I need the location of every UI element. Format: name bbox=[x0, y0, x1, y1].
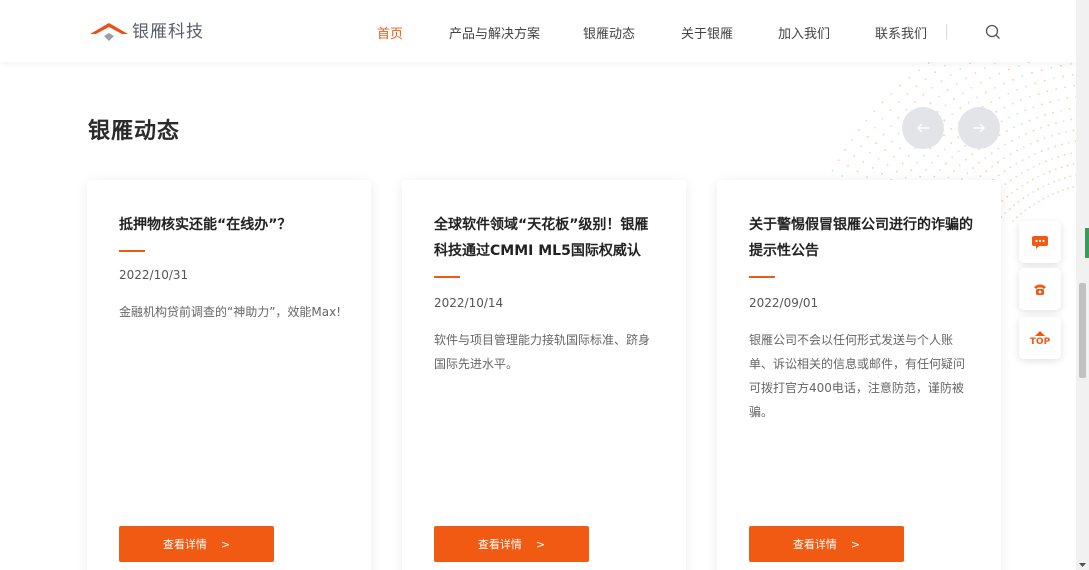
news-card[interactable]: 抵押物核实还能“在线办”？ 2022/10/31 金融机构贷前调查的“神助力”，… bbox=[87, 180, 371, 570]
phone-icon bbox=[1034, 284, 1046, 295]
phone-button[interactable] bbox=[1019, 268, 1061, 310]
news-card-title[interactable]: 关于警惕假冒银雁公司进行的诈骗的提示性公告 bbox=[749, 212, 975, 264]
search-icon[interactable] bbox=[985, 24, 1001, 44]
news-card-title[interactable]: 抵押物核实还能“在线办”？ bbox=[119, 212, 345, 238]
caret-up-icon bbox=[1035, 330, 1045, 336]
title-underline bbox=[749, 276, 775, 278]
view-details-button[interactable]: 查看详情 > bbox=[119, 526, 274, 562]
nav-home[interactable]: 首页 bbox=[377, 23, 403, 42]
news-card[interactable]: 全球软件领域“天花板”级别！银雁科技通过CMMI ML5国际权威认 2022/1… bbox=[402, 180, 686, 570]
nav-about[interactable]: 关于银雁 bbox=[681, 23, 733, 42]
nav-join[interactable]: 加入我们 bbox=[778, 23, 830, 42]
chevron-right-icon: > bbox=[850, 537, 861, 551]
site-header: 银雁科技 首页 产品与解决方案 银雁动态 关于银雁 加入我们 联系我们 bbox=[0, 0, 1076, 62]
view-details-label: 查看详情 bbox=[792, 538, 837, 551]
main-nav: 首页 产品与解决方案 银雁动态 关于银雁 加入我们 联系我们 bbox=[0, 0, 1076, 62]
back-to-top-button[interactable]: TOP bbox=[1019, 317, 1061, 359]
nav-contact[interactable]: 联系我们 bbox=[875, 23, 927, 42]
news-card-date: 2022/09/01 bbox=[749, 296, 819, 310]
arrow-right-icon bbox=[973, 123, 985, 133]
view-details-button[interactable]: 查看详情 > bbox=[749, 526, 904, 562]
section-title: 银雁动态 bbox=[88, 119, 181, 144]
next-arrow-button[interactable] bbox=[958, 107, 1000, 149]
news-card-desc: 银雁公司不会以任何形式发送与个人账单、诉讼相关的信息或邮件，有任何疑问可拨打官方… bbox=[749, 333, 966, 419]
news-card-date: 2022/10/14 bbox=[434, 296, 504, 310]
nav-products[interactable]: 产品与解决方案 bbox=[449, 23, 540, 42]
side-tab-edge[interactable] bbox=[1085, 228, 1089, 258]
title-underline bbox=[119, 250, 145, 252]
chat-icon bbox=[1032, 236, 1048, 249]
chevron-right-icon: > bbox=[220, 537, 231, 551]
news-card-title[interactable]: 全球软件领域“天花板”级别！银雁科技通过CMMI ML5国际权威认 bbox=[434, 212, 660, 264]
scrollbar-thumb[interactable] bbox=[1079, 283, 1086, 378]
arrow-left-icon bbox=[917, 123, 929, 133]
view-details-button[interactable]: 查看详情 > bbox=[434, 526, 589, 562]
news-card-date: 2022/10/31 bbox=[119, 268, 189, 282]
nav-news[interactable]: 银雁动态 bbox=[583, 23, 635, 42]
scroll-down-icon[interactable] bbox=[1079, 561, 1086, 568]
view-details-label: 查看详情 bbox=[162, 538, 207, 551]
view-details-label: 查看详情 bbox=[477, 538, 522, 551]
news-card-desc: 软件与项目管理能力接轨国际标准、跻身国际先进水平。 bbox=[434, 333, 651, 371]
title-underline bbox=[434, 276, 460, 278]
news-card-desc: 金融机构贷前调查的“神助力”，效能Max! bbox=[119, 305, 342, 319]
nav-divider bbox=[946, 24, 947, 39]
news-card[interactable]: 关于警惕假冒银雁公司进行的诈骗的提示性公告 2022/09/01 银雁公司不会以… bbox=[717, 180, 1001, 570]
online-chat-button[interactable] bbox=[1019, 221, 1061, 263]
prev-arrow-button[interactable] bbox=[902, 107, 944, 149]
top-label: TOP bbox=[1029, 336, 1051, 347]
chevron-right-icon: > bbox=[535, 537, 546, 551]
